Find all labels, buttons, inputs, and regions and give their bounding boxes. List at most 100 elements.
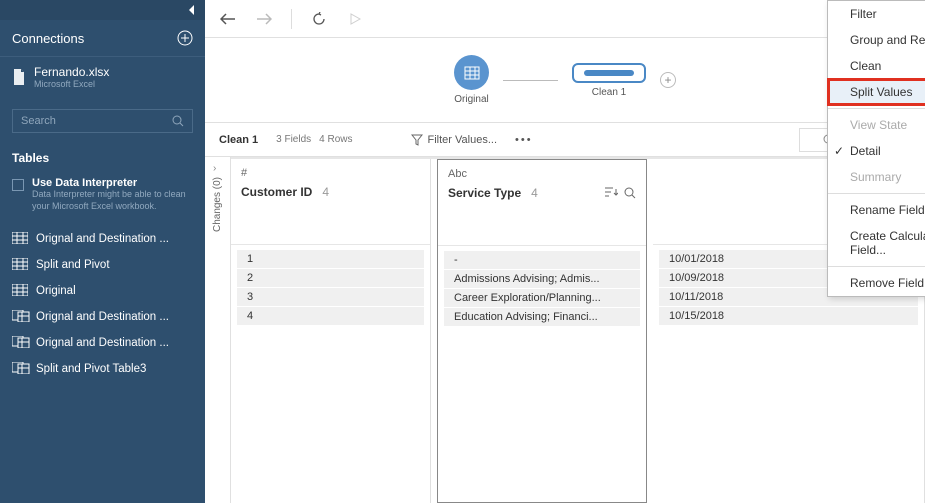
- sort-icon[interactable]: [604, 187, 618, 197]
- add-connection-icon[interactable]: [177, 30, 193, 46]
- file-type: Microsoft Excel: [34, 79, 109, 89]
- column-type-icon[interactable]: Abc: [448, 168, 636, 180]
- flow-canvas[interactable]: Original Clean 1 + −: [205, 38, 925, 123]
- menu-item-label: Group and Replace: [850, 33, 925, 47]
- sidebar-item-label: Orignal and Destination ...: [36, 233, 169, 245]
- data-cell[interactable]: Admissions Advising; Admis...: [444, 270, 640, 288]
- file-icon: [12, 69, 26, 85]
- changes-panel-tab[interactable]: › Changes (0): [205, 157, 231, 503]
- menu-item[interactable]: Group and Replace▶: [828, 27, 925, 53]
- joined-table-icon: [12, 362, 30, 374]
- original-node-icon: [454, 55, 489, 90]
- sidebar-item-label: Split and Pivot: [36, 259, 110, 271]
- menu-item-label: Detail: [850, 144, 881, 158]
- menu-item: Summary: [828, 164, 925, 190]
- column-type-icon[interactable]: #: [241, 167, 420, 179]
- menu-item[interactable]: Filter▶: [828, 1, 925, 27]
- columns-container: #Customer ID41234AbcService Type4-Admiss…: [231, 157, 925, 503]
- connection-file[interactable]: Fernando.xlsx Microsoft Excel: [0, 57, 205, 97]
- sidebar-item-label: Orignal and Destination ...: [36, 337, 169, 349]
- column-count: 4: [531, 186, 538, 200]
- column-body: -Admissions Advising; Admis...Career Exp…: [438, 246, 646, 331]
- search-icon: [172, 115, 184, 127]
- connections-label: Connections: [12, 31, 84, 46]
- filter-icon: [411, 134, 423, 146]
- sidebar-item[interactable]: Split and Pivot: [0, 252, 205, 278]
- refresh-button[interactable]: [310, 10, 328, 28]
- clean-node-label: Clean 1: [592, 87, 626, 98]
- data-cell[interactable]: Education Advising; Financi...: [444, 308, 640, 326]
- menu-item-label: Create Calculated Field...: [850, 229, 925, 257]
- main-area: Original Clean 1 + − Clean 1 3 Fields 4 …: [205, 0, 925, 503]
- menu-item[interactable]: Rename Field: [828, 197, 925, 223]
- clean-node-icon: [572, 63, 646, 83]
- more-options-button[interactable]: •••: [515, 134, 533, 146]
- sidebar-item-label: Orignal and Destination ...: [36, 311, 169, 323]
- profile-column[interactable]: #Customer ID41234: [231, 159, 431, 503]
- sidebar-item[interactable]: Original: [0, 278, 205, 304]
- search-icon[interactable]: [624, 187, 636, 199]
- sidebar-item[interactable]: Orignal and Destination ...: [0, 226, 205, 252]
- menu-item[interactable]: Clean▶: [828, 53, 925, 79]
- flow-node-clean[interactable]: Clean 1: [572, 63, 646, 98]
- column-title[interactable]: Service Type: [448, 186, 521, 200]
- menu-item-label: Split Values: [850, 85, 912, 99]
- data-cell[interactable]: 4: [237, 307, 424, 325]
- menu-item-label: Filter: [850, 7, 877, 21]
- add-step-button[interactable]: +: [660, 72, 676, 88]
- data-cell[interactable]: 3: [237, 288, 424, 306]
- column-body: 1234: [231, 245, 430, 330]
- original-node-label: Original: [454, 94, 488, 105]
- data-interpreter-checkbox[interactable]: [12, 179, 24, 191]
- column-header: Abc Service Type 4: [438, 160, 646, 246]
- menu-item[interactable]: Remove Field: [828, 270, 925, 296]
- changes-label: Changes (0): [212, 177, 223, 232]
- menu-item-label: Summary: [850, 170, 901, 184]
- menu-separator: [828, 193, 925, 194]
- chevron-right-icon: ›: [213, 163, 216, 174]
- forward-button[interactable]: [255, 10, 273, 28]
- sidebar-item[interactable]: Orignal and Destination ...: [0, 330, 205, 356]
- profile-pane: › Changes (0) #Customer ID41234AbcServic…: [205, 157, 925, 503]
- toolbar: [205, 0, 925, 38]
- file-name: Fernando.xlsx: [34, 65, 109, 79]
- menu-item[interactable]: ✓Detail: [828, 138, 925, 164]
- table-icon: [12, 284, 28, 296]
- step-title: Clean 1: [219, 134, 258, 146]
- menu-item-label: Rename Field: [850, 203, 925, 217]
- back-button[interactable]: [219, 10, 237, 28]
- column-count: 4: [322, 185, 329, 199]
- sidebar-item[interactable]: Split and Pivot Table3: [0, 356, 205, 382]
- table-icon: [12, 258, 28, 270]
- sidebar: Connections Fernando.xlsx Microsoft Exce…: [0, 0, 205, 503]
- menu-separator: [828, 266, 925, 267]
- menu-item-label: Clean: [850, 59, 881, 73]
- data-cell[interactable]: -: [444, 251, 640, 269]
- data-interpreter-row[interactable]: Use Data Interpreter Data Interpreter mi…: [0, 171, 205, 218]
- column-title[interactable]: Customer ID: [241, 185, 312, 199]
- sidebar-search[interactable]: [12, 109, 193, 133]
- menu-separator: [828, 108, 925, 109]
- menu-item[interactable]: Split Values▶: [828, 79, 925, 105]
- data-cell[interactable]: 2: [237, 269, 424, 287]
- run-button[interactable]: [346, 10, 364, 28]
- data-cell[interactable]: Career Exploration/Planning...: [444, 289, 640, 307]
- flow-connector: [503, 80, 558, 81]
- profile-column[interactable]: Abc Service Type 4 -Admissions Advising; Ad…: [437, 159, 647, 503]
- menu-item[interactable]: Create Calculated Field...: [828, 223, 925, 263]
- search-input[interactable]: [21, 115, 172, 127]
- sidebar-item-label: Split and Pivot Table3: [36, 363, 146, 375]
- sidebar-item[interactable]: Orignal and Destination ...: [0, 304, 205, 330]
- menu-item: View State: [828, 112, 925, 138]
- fields-count: 3 Fields: [276, 134, 311, 145]
- data-cell[interactable]: 10/15/2018: [659, 307, 918, 325]
- connections-header: Connections: [0, 20, 205, 57]
- filter-values-button[interactable]: Filter Values...: [411, 134, 498, 146]
- joined-table-icon: [12, 310, 30, 322]
- data-cell[interactable]: 1: [237, 250, 424, 268]
- sidebar-item-label: Original: [36, 285, 76, 297]
- sidebar-collapse[interactable]: [0, 0, 205, 20]
- toolbar-separator: [291, 9, 292, 29]
- menu-item-label: Remove Field: [850, 276, 924, 290]
- flow-node-original[interactable]: Original: [454, 55, 489, 105]
